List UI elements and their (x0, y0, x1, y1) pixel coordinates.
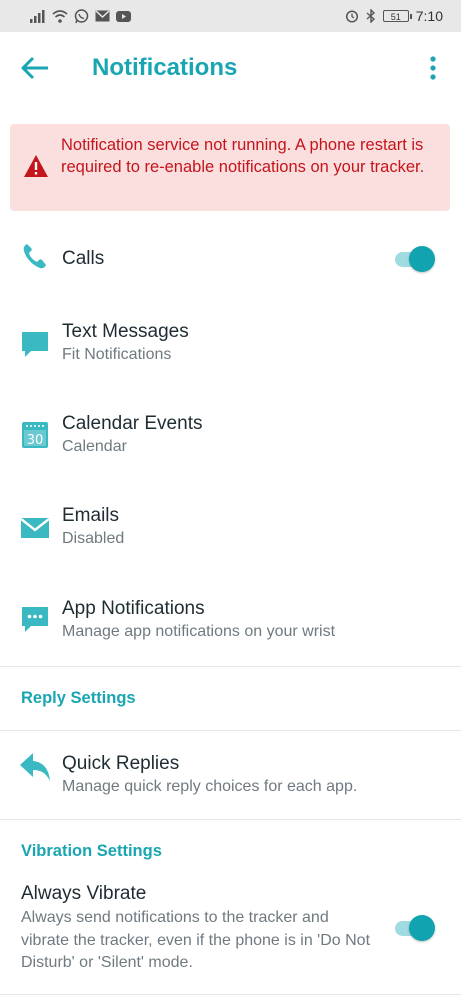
calendar-events-row[interactable]: 30 Calendar Events Calendar (0, 410, 461, 466)
calendar-events-title: Calendar Events (62, 413, 203, 434)
always-vibrate-toggle[interactable] (395, 915, 437, 941)
emails-title: Emails (62, 505, 120, 526)
phone-icon (23, 244, 46, 269)
battery-icon: 51 (382, 10, 412, 22)
toggle-knob (409, 915, 435, 941)
text-messages-subtitle: Fit Notifications (62, 346, 172, 363)
divider (0, 819, 461, 820)
calls-title: Calls (62, 248, 105, 269)
app-notifications-title: App Notifications (62, 598, 205, 619)
always-vibrate-description: Always send notifications to the tracker… (21, 909, 371, 971)
toggle-knob (409, 246, 435, 272)
divider (0, 994, 461, 995)
always-vibrate-title: Always Vibrate (21, 883, 147, 904)
alert-message: Notification service not running. A phon… (61, 136, 425, 176)
calls-toggle[interactable] (395, 246, 437, 272)
arrow-left-icon[interactable] (20, 54, 52, 82)
text-messages-row[interactable]: Text Messages Fit Notifications (0, 318, 461, 374)
app-notifications-subtitle: Manage app notifications on your wrist (62, 623, 336, 640)
quick-replies-row[interactable]: Quick Replies Manage quick reply choices… (0, 750, 461, 806)
page-title: Notifications (92, 54, 238, 81)
warning-icon (24, 155, 48, 177)
emails-row[interactable]: Emails Disabled (0, 502, 461, 558)
status-bar-right: 51 7:10 (345, 8, 443, 24)
divider (0, 666, 461, 667)
app-bar: Notifications (0, 32, 461, 104)
signal-icon (30, 9, 45, 23)
calendar-icon-day: 30 (27, 433, 44, 448)
bluetooth-icon (366, 9, 375, 23)
calendar-icon: 30 (22, 422, 48, 448)
status-bar-left (30, 8, 131, 24)
calendar-events-subtitle: Calendar (62, 438, 127, 455)
emails-subtitle: Disabled (62, 530, 125, 547)
app-notifications-row[interactable]: App Notifications Manage app notificatio… (0, 595, 461, 651)
quick-replies-subtitle: Manage quick reply choices for each app. (62, 778, 358, 795)
reply-icon (20, 753, 50, 781)
alarm-icon (345, 10, 358, 23)
divider (0, 730, 461, 731)
status-bar: 51 7:10 (0, 0, 461, 32)
youtube-icon (116, 10, 131, 22)
text-messages-title: Text Messages (62, 321, 189, 342)
status-time: 7:10 (415, 8, 443, 24)
vibration-settings-header: Vibration Settings (21, 842, 162, 860)
notification-service-alert: Notification service not running. A phon… (10, 124, 450, 211)
gmail-icon (95, 10, 110, 22)
quick-replies-title: Quick Replies (62, 753, 180, 774)
email-icon (21, 518, 49, 538)
reply-settings-header: Reply Settings (21, 689, 136, 707)
chat-icon (22, 607, 48, 632)
calls-row[interactable]: Calls (0, 236, 461, 284)
whatsapp-icon (74, 8, 89, 23)
wifi-icon (52, 9, 68, 23)
more-vert-icon[interactable] (424, 54, 442, 82)
message-icon (22, 332, 48, 357)
